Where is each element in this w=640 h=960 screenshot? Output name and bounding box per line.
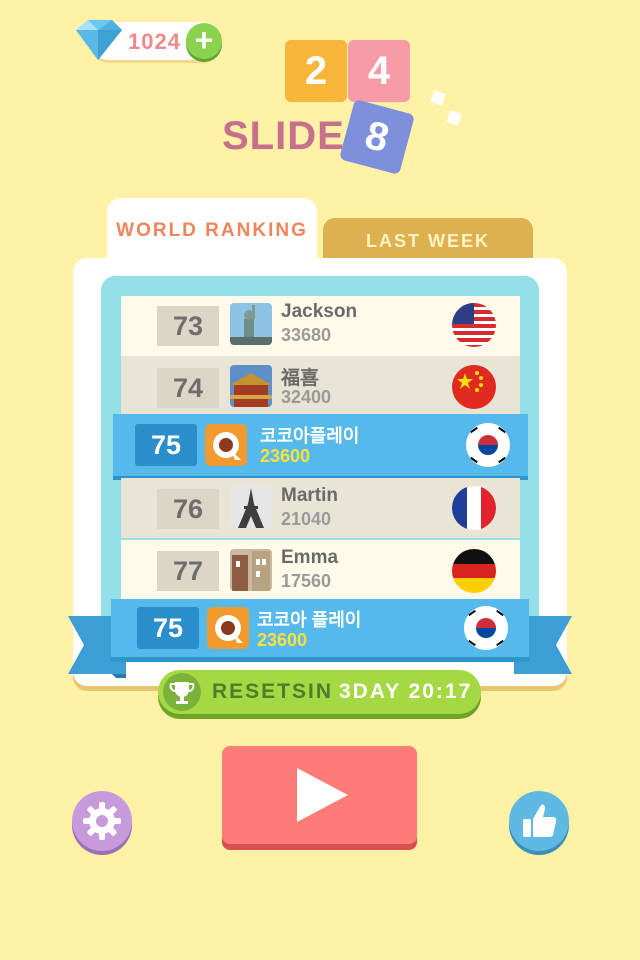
player-name: Jackson xyxy=(281,301,358,322)
gem-count: 1024 xyxy=(128,29,181,54)
player-name: Emma xyxy=(281,547,339,568)
player-name: Martin xyxy=(281,485,338,506)
player-score: 21040 xyxy=(281,509,332,529)
player-score: 33680 xyxy=(281,325,332,345)
german-building-avatar xyxy=(230,549,272,591)
player-name: 福喜 xyxy=(281,368,320,389)
rank-number: 73 xyxy=(157,306,219,346)
play-icon xyxy=(297,768,348,822)
tab-world-ranking[interactable]: WORLD RANKING xyxy=(107,198,317,270)
my-rank-ribbon: 75 코코아 플레이 23600 xyxy=(111,599,529,657)
ranking-row: 73 Jackson 33680 xyxy=(121,296,520,356)
usa-flag-icon xyxy=(452,303,496,347)
add-gems-button[interactable]: + xyxy=(186,23,222,59)
player-score: 17560 xyxy=(281,571,332,591)
china-flag-icon xyxy=(452,365,496,409)
logo-word: SLIDE xyxy=(222,114,345,158)
logo-tile-8: 8 xyxy=(339,99,415,175)
gear-icon xyxy=(83,802,121,840)
settings-button[interactable] xyxy=(72,791,132,851)
germany-flag-icon xyxy=(452,549,496,593)
cocoa-play-avatar xyxy=(207,607,249,649)
cocoa-play-avatar xyxy=(205,424,247,466)
tab-world-ranking-label: WORLD RANKING xyxy=(116,220,308,241)
rank-number: 77 xyxy=(157,551,219,591)
my-score: 23600 xyxy=(257,630,308,650)
chinese-temple-avatar xyxy=(230,365,272,407)
korea-flag-icon xyxy=(466,423,510,467)
player-score: 32400 xyxy=(281,387,332,407)
sparkle-icon xyxy=(446,110,462,126)
thumbs-up-icon xyxy=(523,804,557,837)
my-rank-number: 75 xyxy=(137,607,199,649)
my-rank-number: 75 xyxy=(135,424,197,466)
ranking-row: 77 Emma 17560 xyxy=(121,540,520,600)
resets-in-label: IN xyxy=(308,680,333,703)
rank-number: 74 xyxy=(157,368,219,408)
rank-number: 76 xyxy=(157,489,219,529)
ranking-row: 76 Martin 21040 xyxy=(121,478,520,538)
sparkle-icon xyxy=(430,90,446,106)
my-name: 코코아플레이 xyxy=(260,426,360,446)
diamond-icon xyxy=(76,20,122,60)
my-ranking-row: 75 코코아플레이 23600 xyxy=(113,414,528,476)
logo-tile-4: 4 xyxy=(348,40,410,102)
trophy-icon xyxy=(163,673,201,711)
tab-last-week-label: LAST WEEK xyxy=(366,231,490,251)
ranking-row: 74 福喜 32400 xyxy=(121,356,520,416)
play-button[interactable] xyxy=(222,746,417,844)
eiffel-tower-avatar xyxy=(230,486,272,528)
korea-flag-icon xyxy=(464,606,508,650)
logo-tile-2: 2 xyxy=(285,40,347,102)
reset-timer: RESETS IN 3DAY 20:17 xyxy=(158,670,481,714)
resets-label: RESETS xyxy=(212,680,309,703)
my-score: 23600 xyxy=(260,446,311,466)
statue-of-liberty-avatar xyxy=(230,303,272,345)
resets-countdown: 3DAY 20:17 xyxy=(339,680,473,703)
my-name: 코코아 플레이 xyxy=(257,610,362,630)
like-button[interactable] xyxy=(509,791,569,851)
france-flag-icon xyxy=(452,486,496,530)
